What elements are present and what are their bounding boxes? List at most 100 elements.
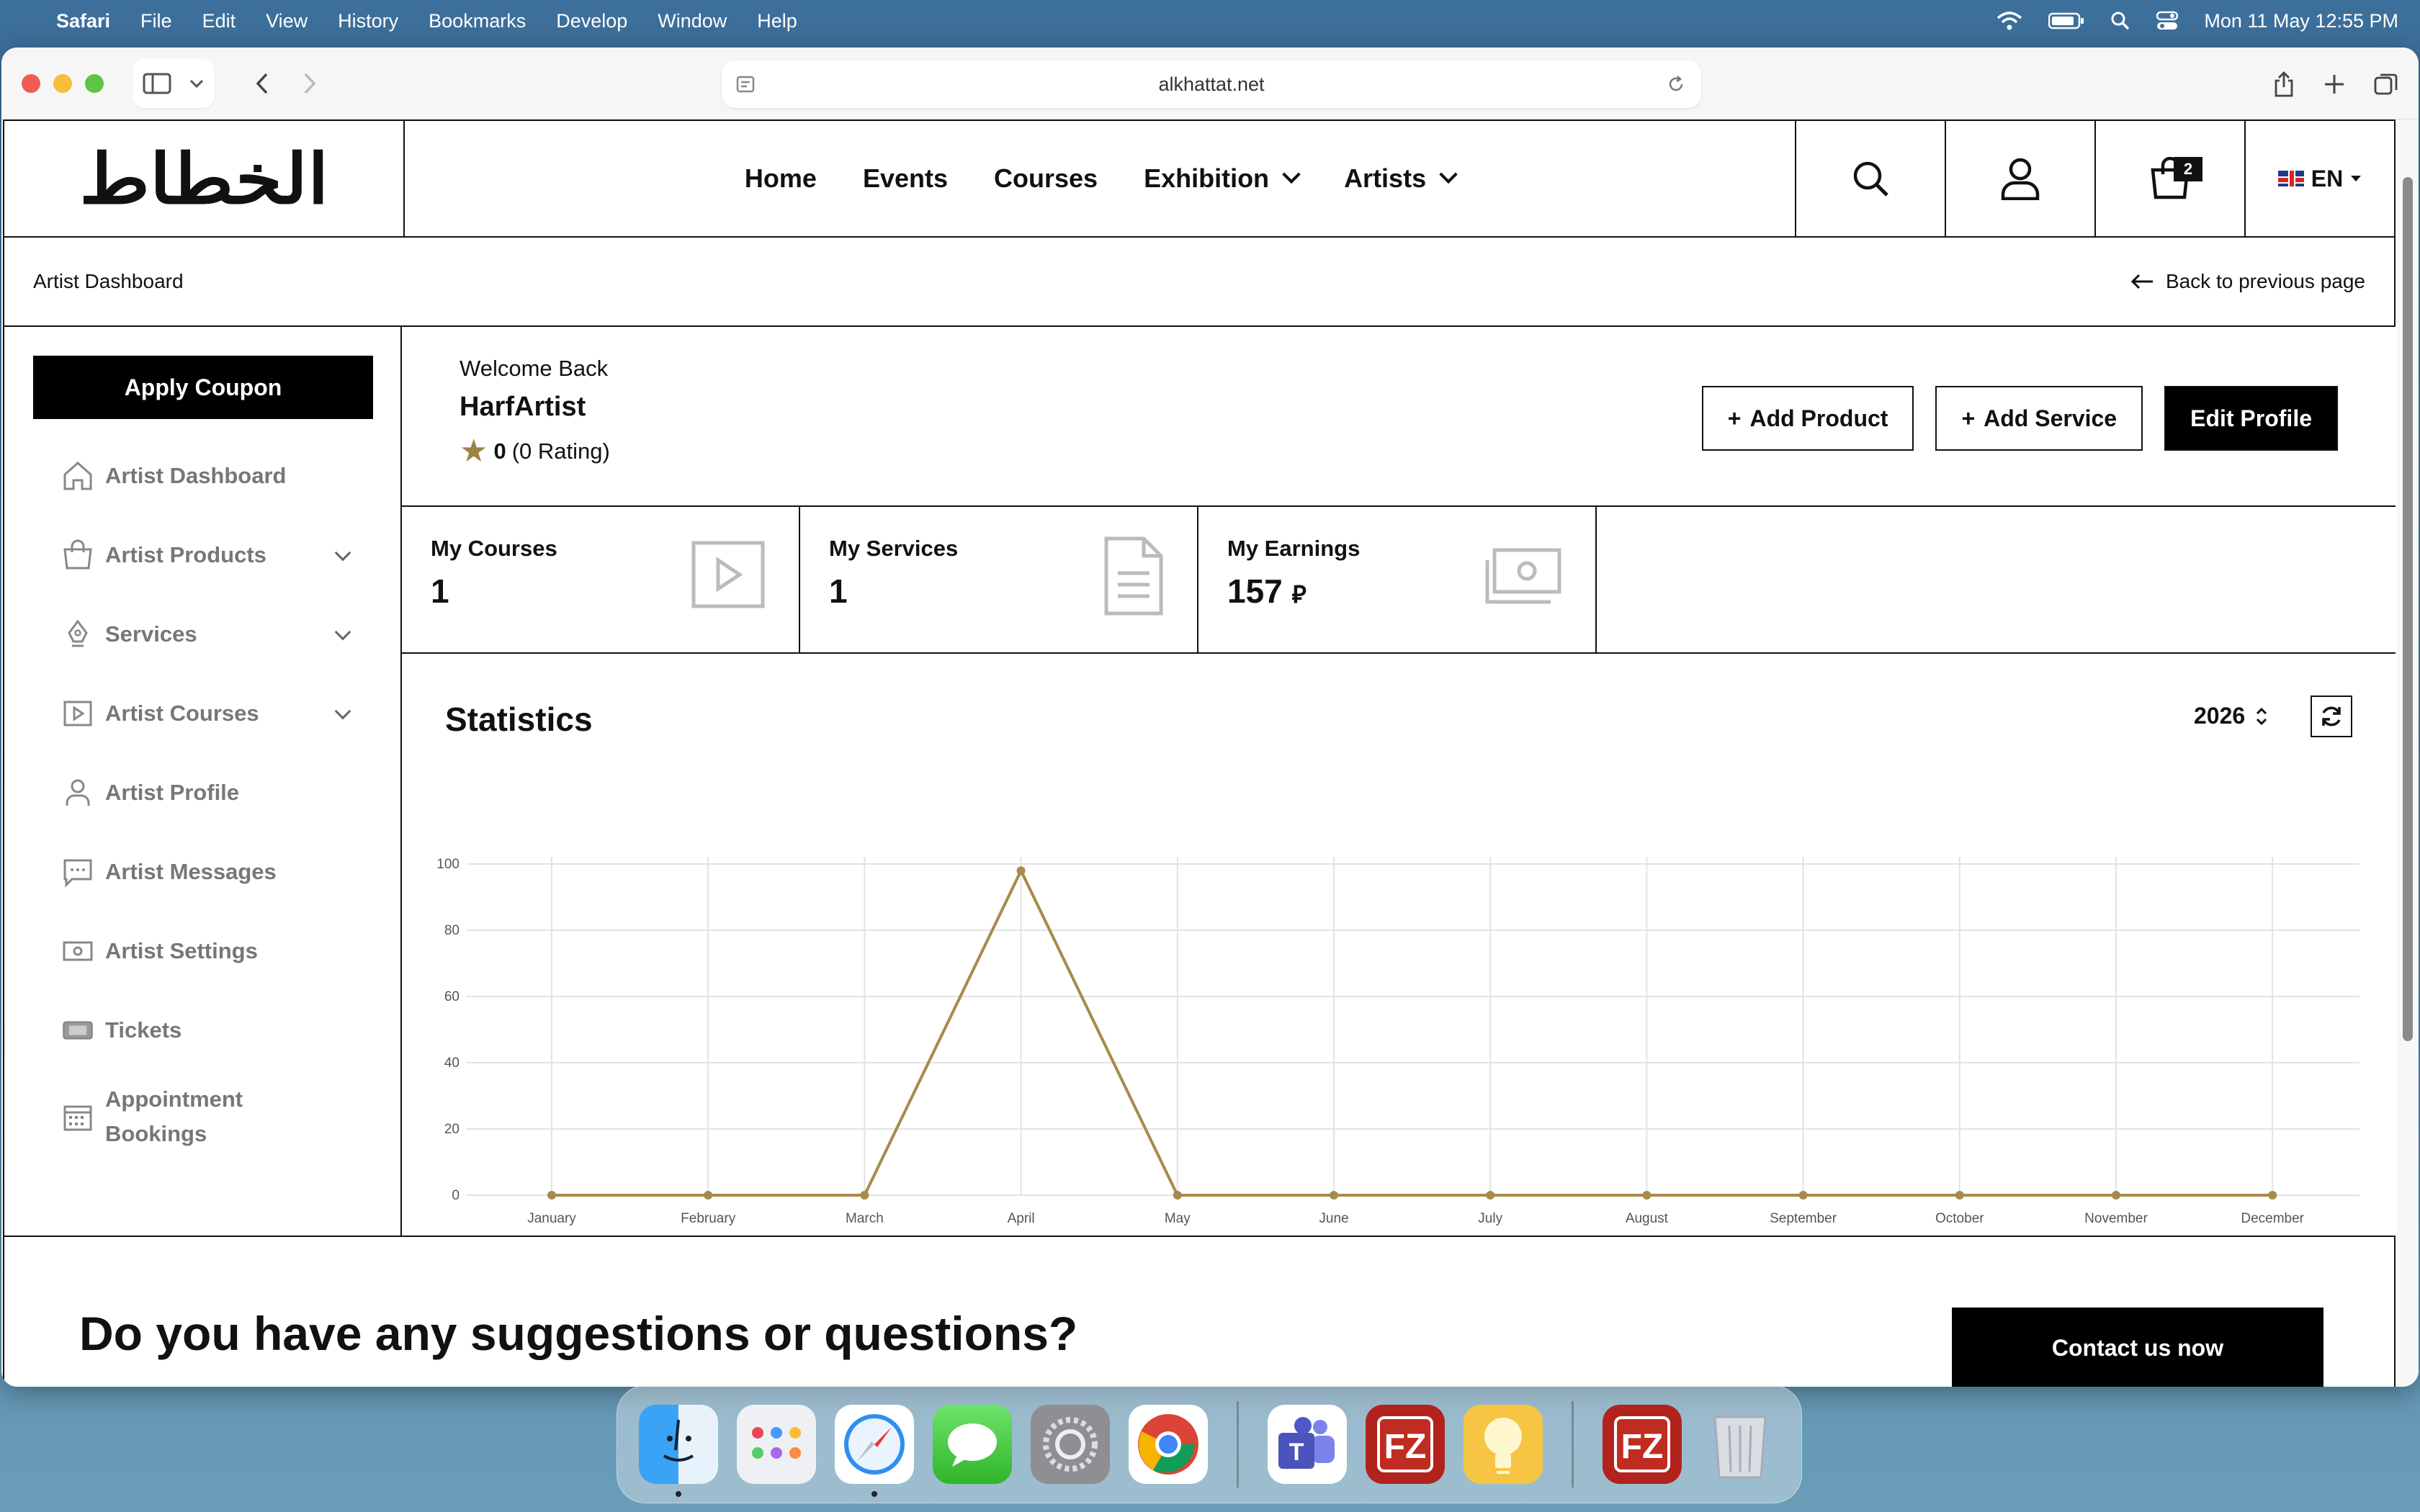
money-icon (1485, 548, 1561, 604)
search-button[interactable] (1795, 121, 1945, 236)
welcome-panel: Welcome Back HarfArtist ★ 0 (0 Rating) +… (402, 327, 2396, 507)
sidebar-item-label: Tickets (105, 1017, 182, 1043)
plus-icon: + (1727, 405, 1742, 431)
filezilla-icon: FZ (1377, 1416, 1433, 1472)
scrollbar-thumb[interactable] (2403, 177, 2413, 1041)
menu-app-name[interactable]: Safari (56, 10, 110, 32)
chrome-icon (1138, 1414, 1198, 1475)
chevron-down-icon[interactable] (334, 703, 351, 720)
nav-artists[interactable]: Artists (1344, 163, 1458, 194)
back-to-previous-link[interactable]: Back to previous page (2130, 270, 2365, 293)
sidebar-item-artist-settings[interactable]: Artist Settings (33, 912, 372, 991)
dock-safari[interactable] (835, 1405, 914, 1497)
chevron-down-icon[interactable] (334, 544, 351, 562)
cart-button[interactable]: 2 (2094, 121, 2244, 236)
wifi-icon[interactable] (1996, 11, 2022, 31)
running-indicator (676, 1491, 681, 1497)
page-menu-icon[interactable] (736, 76, 755, 93)
close-window-button[interactable] (22, 73, 40, 93)
sidebar-item-artist-courses[interactable]: Artist Courses (33, 674, 372, 753)
url-text[interactable]: alkhattat.net (1158, 73, 1264, 96)
chevron-down-icon[interactable] (334, 624, 351, 641)
control-center-icon[interactable] (2156, 11, 2179, 31)
tab-overview-icon[interactable] (2374, 72, 2398, 96)
svg-text:FZ: FZ (1621, 1428, 1664, 1466)
launchpad-icon (752, 1427, 801, 1459)
gear-icon (1043, 1417, 1098, 1472)
menu-window[interactable]: Window (658, 10, 727, 32)
nav-courses[interactable]: Courses (994, 163, 1098, 194)
earnings-amount: 157 (1227, 572, 1283, 610)
dock-filezilla-download[interactable]: FZ (1603, 1405, 1682, 1484)
logo-text: الخطاط (79, 138, 329, 220)
dock-trash[interactable] (1700, 1405, 1780, 1484)
contact-us-button[interactable]: Contact us now (1952, 1308, 2323, 1387)
data-point (547, 1191, 556, 1200)
nav-courses-label: Courses (994, 163, 1098, 193)
sidebar-item-artist-dashboard[interactable]: Artist Dashboard (33, 436, 372, 516)
settings-icon (62, 935, 94, 967)
menu-bookmarks[interactable]: Bookmarks (429, 10, 526, 32)
dock-finder[interactable] (639, 1405, 718, 1497)
web-page: الخطاط Home Events Courses Exhibition Ar… (1, 120, 2397, 1387)
language-selector[interactable]: EN (2244, 121, 2394, 236)
spotlight-search-icon[interactable] (2110, 11, 2130, 31)
stat-my-courses: My Courses 1 (402, 507, 800, 652)
nav-exhibition[interactable]: Exhibition (1144, 163, 1301, 194)
dock-system-settings[interactable] (1031, 1405, 1110, 1484)
series-line (552, 867, 2273, 1197)
menubar-clock[interactable]: Mon 11 May 12:55 PM (2204, 10, 2398, 32)
menu-develop[interactable]: Develop (556, 10, 627, 32)
forward-icon[interactable] (302, 72, 317, 95)
battery-icon[interactable] (2048, 12, 2084, 30)
dock-launchpad[interactable] (737, 1405, 816, 1484)
edit-profile-button[interactable]: Edit Profile (2164, 386, 2338, 451)
reload-icon[interactable] (1667, 75, 1685, 94)
x-tick-label: March (846, 1211, 884, 1226)
account-button[interactable] (1945, 121, 2094, 236)
add-product-button[interactable]: + Add Product (1701, 386, 1914, 451)
data-point (1330, 1191, 1338, 1200)
x-tick-label: May (1165, 1211, 1191, 1226)
menu-view[interactable]: View (266, 10, 308, 32)
dock-filezilla[interactable]: FZ (1366, 1405, 1445, 1484)
menu-file[interactable]: File (140, 10, 172, 32)
add-service-button[interactable]: + Add Service (1935, 386, 2143, 451)
nav-events[interactable]: Events (863, 163, 948, 194)
chevron-down-icon[interactable] (189, 78, 205, 89)
sidebar-item-appointment-bookings[interactable]: Appointment Bookings (33, 1070, 372, 1164)
menu-edit[interactable]: Edit (202, 10, 236, 32)
sidebar-item-artist-messages[interactable]: Artist Messages (33, 832, 372, 912)
nav-home[interactable]: Home (745, 163, 817, 194)
sidebar-icon[interactable] (143, 73, 171, 94)
dock-teams[interactable]: T (1268, 1405, 1347, 1484)
minimize-window-button[interactable] (53, 73, 72, 93)
menu-help[interactable]: Help (757, 10, 797, 32)
sidebar-item-artist-profile[interactable]: Artist Profile (33, 753, 372, 832)
dock-chrome[interactable] (1129, 1405, 1208, 1484)
dock-messages[interactable] (933, 1405, 1012, 1484)
share-icon[interactable] (2273, 71, 2295, 97)
address-bar[interactable]: alkhattat.net (722, 60, 1701, 108)
zoom-window-button[interactable] (85, 73, 104, 93)
logo[interactable]: الخطاط (4, 121, 405, 236)
page-scrollbar[interactable] (2397, 120, 2419, 1387)
sidebar-item-services[interactable]: Services (33, 595, 372, 674)
back-icon[interactable] (255, 72, 269, 95)
dock-separator (1572, 1401, 1574, 1488)
data-point (1955, 1191, 1964, 1200)
sidebar-item-artist-products[interactable]: Artist Products (33, 516, 372, 595)
toolbar-actions (2273, 60, 2398, 108)
sidebar-item-label: Artist Settings (105, 938, 258, 963)
sidebar-item-tickets[interactable]: Tickets (33, 991, 372, 1070)
menu-history[interactable]: History (338, 10, 398, 32)
sidebar-item-label: Appointment Bookings (105, 1086, 243, 1146)
dock-tips[interactable] (1464, 1405, 1543, 1484)
play-icon (62, 698, 94, 729)
filezilla-icon: FZ (1614, 1416, 1670, 1472)
statistics-panel: Statistics 2026 0 20 40 60 80 100 January Febru… (402, 654, 2396, 1233)
cart-count-badge: 2 (2174, 157, 2202, 181)
trash-icon (1713, 1416, 1767, 1479)
apply-coupon-button[interactable]: Apply Coupon (33, 356, 373, 419)
new-tab-icon[interactable] (2323, 73, 2345, 95)
